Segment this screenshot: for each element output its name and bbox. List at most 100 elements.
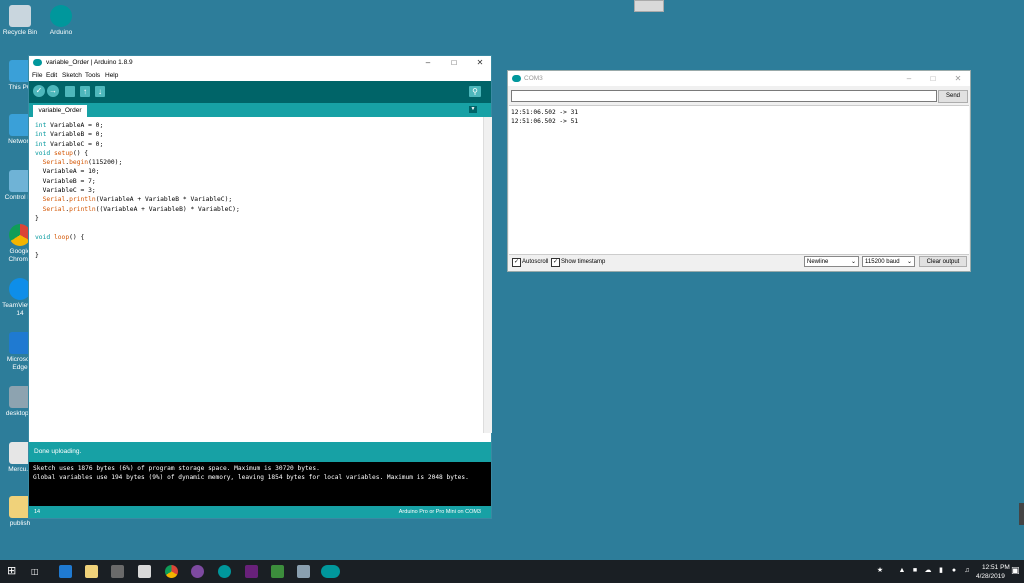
- code-editor[interactable]: int VariableA = 0; int VariableB = 0; int …: [29, 117, 483, 433]
- clear-output-button[interactable]: Clear output: [919, 256, 967, 267]
- clock-time[interactable]: 12:51 PM: [982, 564, 1010, 571]
- new-sketch-button[interactable]: [65, 86, 75, 97]
- chevron-down-icon: ⌄: [906, 259, 912, 265]
- tab-menu-chevron-down-icon[interactable]: ▼: [469, 106, 477, 113]
- desktop-icon-label: Arduino: [49, 29, 73, 36]
- desktop-icon-arduino[interactable]: Arduino: [41, 5, 81, 37]
- maximize-icon[interactable]: □: [926, 74, 940, 83]
- battery-icon[interactable]: ▮: [937, 567, 945, 575]
- arduino-icon: [50, 5, 72, 27]
- minimize-icon[interactable]: –: [421, 58, 435, 67]
- ide-toolbar: ✓ → ↑ ↓ ⚲: [29, 81, 491, 103]
- menu-tools[interactable]: Tools: [85, 72, 100, 79]
- screen-edge-tab[interactable]: [1019, 503, 1024, 525]
- code-line: }: [35, 252, 39, 260]
- send-button[interactable]: Send: [938, 90, 968, 103]
- ide-window-title: variable_Order | Arduino 1.8.9: [46, 59, 133, 66]
- notepad-icon[interactable]: [271, 565, 284, 578]
- notifications-icon[interactable]: ▣: [1011, 566, 1020, 575]
- cloud-icon[interactable]: ☁: [924, 567, 932, 575]
- upload-status-text: Done uploading.: [34, 448, 82, 455]
- store-icon[interactable]: [111, 565, 124, 578]
- app-taskbar-icon[interactable]: [191, 565, 204, 578]
- menu-edit[interactable]: Edit: [46, 72, 57, 79]
- baud-rate-value: 115200 baud: [865, 259, 900, 265]
- ide-status-bar: Done uploading.: [29, 442, 491, 462]
- close-icon[interactable]: ✕: [473, 58, 487, 67]
- floating-toolbar[interactable]: [634, 0, 664, 12]
- code-line: Serial.println(VariableA + VariableB * V…: [42, 196, 233, 204]
- ide-footer: 14 Arduino Pro or Pro Mini on COM3: [29, 506, 491, 518]
- code-line: void loop() {: [35, 233, 85, 241]
- show-timestamp-checkbox[interactable]: ✓: [551, 258, 560, 267]
- arduino-active-taskbar-icon[interactable]: [321, 565, 340, 578]
- verify-button[interactable]: ✓: [33, 85, 45, 97]
- ide-tab-bar: variable_Order ▼: [29, 103, 491, 117]
- baud-rate-select[interactable]: 115200 baud ⌄: [862, 256, 915, 267]
- code-line: int VariableC = 0;: [35, 140, 104, 148]
- line-ending-value: Newline: [807, 259, 829, 265]
- serial-output-line: 12:51:06.502 -> 31: [511, 109, 579, 116]
- editor-scrollbar[interactable]: [483, 117, 492, 433]
- arduino-logo-icon: [33, 59, 42, 66]
- serial-send-input[interactable]: [511, 90, 937, 102]
- arduino-logo-icon: [512, 75, 521, 82]
- visual-studio-icon[interactable]: [245, 565, 258, 578]
- serial-output-line: 12:51:06.502 -> 51: [511, 118, 579, 125]
- tab-variable-order[interactable]: variable_Order: [33, 105, 87, 117]
- code-line: }: [35, 214, 39, 222]
- save-sketch-button[interactable]: ↓: [95, 86, 105, 97]
- desktop-icon-label: Recycle Bin: [2, 29, 38, 36]
- code-line: int VariableB = 0;: [35, 131, 104, 139]
- chrome-taskbar-icon[interactable]: [165, 565, 178, 578]
- code-text[interactable]: int VariableA = 0; int VariableB = 0; int …: [35, 121, 240, 260]
- windows-start-icon[interactable]: ⊞: [7, 565, 20, 578]
- edge-taskbar-icon[interactable]: [59, 565, 72, 578]
- clock-date[interactable]: 4/28/2019: [976, 573, 1005, 580]
- autoscroll-checkbox[interactable]: ✓: [512, 258, 521, 267]
- volume-icon[interactable]: ♫: [963, 567, 971, 575]
- shield-icon[interactable]: ■: [911, 567, 919, 575]
- close-icon[interactable]: ✕: [951, 74, 965, 83]
- menu-help[interactable]: Help: [105, 72, 118, 79]
- open-sketch-button[interactable]: ↑: [80, 86, 90, 97]
- people-icon[interactable]: ★: [876, 567, 884, 575]
- ide-title-bar[interactable]: variable_Order | Arduino 1.8.9 – □ ✕: [29, 56, 491, 70]
- desktop-icon-recycle-bin[interactable]: Recycle Bin: [0, 5, 40, 37]
- file-explorer-icon[interactable]: [85, 565, 98, 578]
- upload-button[interactable]: →: [47, 85, 59, 97]
- task-view-icon[interactable]: ◫: [31, 565, 44, 578]
- code-line: VariableA = 10;: [35, 168, 100, 176]
- console-line: Sketch uses 1876 bytes (6%) of program s…: [33, 465, 320, 472]
- usb-icon[interactable]: ▲: [898, 567, 906, 575]
- serial-monitor-button[interactable]: ⚲: [469, 86, 481, 97]
- code-line: Serial.begin(115200);: [42, 159, 123, 167]
- serial-output[interactable]: 12:51:06.502 -> 31 12:51:06.502 -> 51: [509, 105, 969, 255]
- taskbar: ⊞ ◫ ★ ▲ ■ ☁ ▮ ● ♫ 12:51 PM 4/28/2019 ▣: [0, 560, 1024, 583]
- arduino-taskbar-icon[interactable]: [218, 565, 231, 578]
- minimize-icon[interactable]: –: [902, 74, 916, 83]
- recycle-bin-icon: [9, 5, 31, 27]
- serial-title-bar[interactable]: COM3 – □ ✕: [508, 71, 970, 86]
- desktop-icon-label: publish: [9, 520, 31, 527]
- menu-sketch[interactable]: Sketch: [62, 72, 82, 79]
- code-line: int VariableA = 0;: [35, 122, 104, 129]
- arduino-ide-window: variable_Order | Arduino 1.8.9 – □ ✕ Fil…: [28, 55, 492, 519]
- maximize-icon[interactable]: □: [447, 58, 461, 67]
- mail-icon[interactable]: [138, 565, 151, 578]
- autoscroll-label: Autoscroll: [522, 259, 549, 265]
- code-line: Serial.println((VariableA + VariableB) *…: [42, 205, 240, 213]
- app-taskbar-icon[interactable]: [297, 565, 310, 578]
- serial-window-title: COM3: [524, 75, 543, 82]
- code-line: void setup() {: [35, 149, 89, 157]
- menu-file[interactable]: File: [32, 72, 42, 79]
- console-line: Global variables use 194 bytes (9%) of d…: [33, 474, 469, 481]
- serial-monitor-window: COM3 – □ ✕ Send 12:51:06.502 -> 31 12:51…: [507, 70, 971, 272]
- chevron-down-icon: ⌄: [850, 259, 856, 265]
- network-tray-icon[interactable]: ●: [950, 567, 958, 575]
- line-ending-select[interactable]: Newline ⌄: [804, 256, 859, 267]
- ide-menu-bar: File Edit Sketch Tools Help: [29, 70, 491, 81]
- board-port-label: Arduino Pro or Pro Mini on COM3: [398, 509, 481, 515]
